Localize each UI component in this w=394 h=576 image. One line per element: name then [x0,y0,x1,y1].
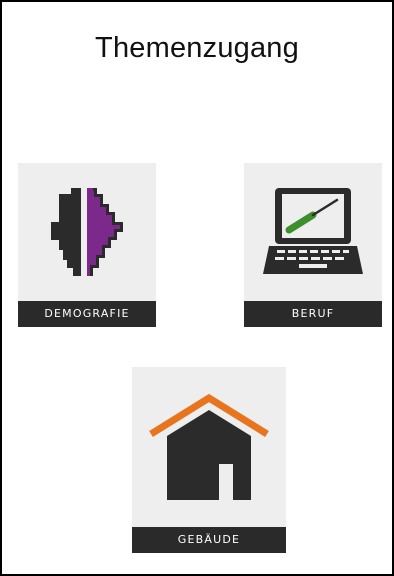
house-icon [132,367,286,527]
tile-beruf-label: BERUF [244,301,382,327]
tile-gebaeude[interactable]: GEBÄUDE [132,367,286,553]
page-frame: Themenzugang DEMOGRAFIE BERUF GEBÄUDE [0,0,394,576]
tile-gebaeude-label: GEBÄUDE [132,527,286,553]
tile-demografie-label: DEMOGRAFIE [18,301,156,327]
tile-demografie[interactable]: DEMOGRAFIE [18,163,156,327]
tile-beruf[interactable]: BERUF [244,163,382,327]
page-title: Themenzugang [95,32,299,64]
laptop-screwdriver-icon [244,163,382,301]
demographics-icon [18,163,156,301]
